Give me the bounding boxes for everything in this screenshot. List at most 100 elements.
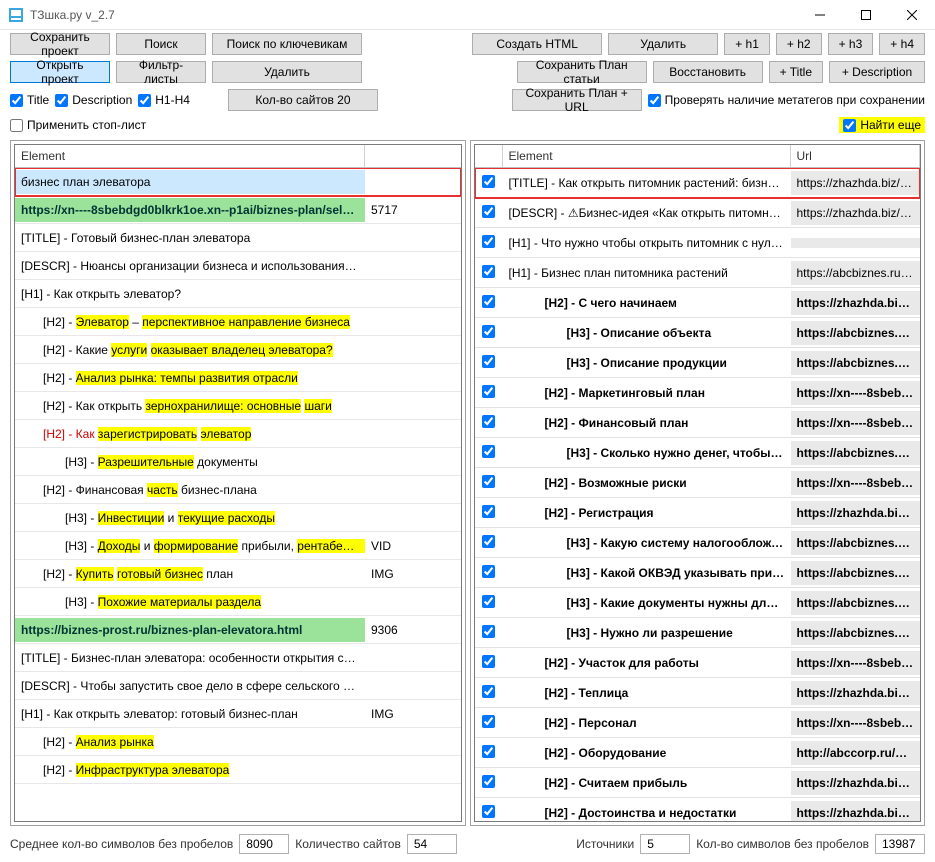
left-row[interactable]: https://xn----8sbebdgd0blkrk1oe.xn--p1ai… (15, 196, 461, 224)
right-cell-check[interactable] (475, 740, 503, 766)
delete-right-button[interactable]: Удалить (608, 33, 718, 55)
right-cell-check[interactable] (475, 200, 503, 226)
right-row[interactable]: [H2] - С чего начинаемhttps://zhazhda.bi… (475, 288, 921, 318)
right-cell-check[interactable] (475, 500, 503, 526)
sites-count-button[interactable]: Кол-во сайтов 20 (228, 89, 378, 111)
right-cell-check[interactable] (475, 530, 503, 556)
left-row[interactable]: [H2] - Элеватор – перспективное направле… (15, 308, 461, 336)
right-row[interactable]: [H2] - Возможные рискиhttps://xn----8sbe… (475, 468, 921, 498)
right-row[interactable]: [H3] - Описание объектаhttps://abcbiznes… (475, 318, 921, 348)
check-meta-checkbox[interactable]: Проверять наличие метатегов при сохранен… (648, 93, 925, 107)
description-checkbox[interactable]: Description (55, 93, 132, 107)
search-keywords-button[interactable]: Поиск по ключевикам (212, 33, 362, 55)
left-row[interactable]: [H3] - Доходы и формирование прибыли, ре… (15, 532, 461, 560)
right-row[interactable]: [H2] - Считаем прибыльhttps://zhazhda.bi… (475, 768, 921, 798)
right-row[interactable]: [H2] - Участок для работыhttps://xn----8… (475, 648, 921, 678)
right-row[interactable]: [H2] - Регистрацияhttps://zhazhda.biz/id… (475, 498, 921, 528)
left-row[interactable]: https://biznes-prost.ru/biznes-plan-elev… (15, 616, 461, 644)
left-row[interactable]: [H2] - Как зарегистрировать элеватор (15, 420, 461, 448)
right-cell-check[interactable] (475, 560, 503, 586)
left-row[interactable]: [H2] - Какие услуги оказывает владелец э… (15, 336, 461, 364)
right-cell-check[interactable] (475, 620, 503, 646)
right-cell-check[interactable] (475, 710, 503, 736)
left-row[interactable]: [DESCR] - Нюансы организации бизнеса и и… (15, 252, 461, 280)
right-cell-check[interactable] (475, 440, 503, 466)
right-row[interactable]: [H2] - Персоналhttps://xn----8sbebdgd0bl… (475, 708, 921, 738)
add-title-button[interactable]: + Title (769, 61, 823, 83)
left-row[interactable]: [H1] - Как открыть элеватор? (15, 280, 461, 308)
left-row[interactable]: [H3] - Разрешительные документы (15, 448, 461, 476)
left-row[interactable]: [H3] - Похожие материалы раздела (15, 588, 461, 616)
add-h1-button[interactable]: + h1 (724, 33, 770, 55)
add-description-button[interactable]: + Description (829, 61, 925, 83)
right-row[interactable]: [H2] - Оборудованиеhttp://abccorp.ru/pit… (475, 738, 921, 768)
add-h4-button[interactable]: + h4 (879, 33, 925, 55)
right-cell-check[interactable] (475, 410, 503, 436)
right-row[interactable]: [H3] - Какую систему налогообложения в..… (475, 528, 921, 558)
right-row[interactable]: [H3] - Нужно ли разрешениеhttps://abcbiz… (475, 618, 921, 648)
left-row[interactable]: [H2] - Инфраструктура элеватора (15, 756, 461, 784)
right-cell-check[interactable] (475, 230, 503, 256)
search-button[interactable]: Поиск (116, 33, 206, 55)
right-row[interactable]: [H3] - Какой ОКВЭД указывать при регис..… (475, 558, 921, 588)
right-row[interactable]: [H3] - Сколько нужно денег, чтобы откры.… (475, 438, 921, 468)
left-row[interactable]: [TITLE] - Готовый бизнес-план элеватора (15, 224, 461, 252)
close-button[interactable] (889, 0, 935, 30)
right-cell-check[interactable] (475, 680, 503, 706)
right-cell-check[interactable] (475, 380, 503, 406)
h1h4-checkbox[interactable]: H1-H4 (138, 93, 190, 107)
save-plan-url-button[interactable]: Сохранить План + URL (512, 89, 642, 111)
maximize-button[interactable] (843, 0, 889, 30)
left-header-element[interactable]: Element (15, 145, 365, 167)
find-more-checkbox[interactable]: Найти еще (839, 117, 925, 133)
right-cell-check[interactable] (475, 170, 503, 196)
delete-left-button[interactable]: Удалить (212, 61, 362, 83)
right-cell-check[interactable] (475, 770, 503, 796)
left-row[interactable]: [H2] - Купить готовый бизнес планIMG (15, 560, 461, 588)
right-grid-body[interactable]: [TITLE] - Как открыть питомник растений:… (475, 168, 921, 821)
right-row[interactable]: [H2] - Финансовый планhttps://xn----8sbe… (475, 408, 921, 438)
open-project-button[interactable]: Открыть проект (10, 61, 110, 83)
right-row[interactable]: [H2] - Маркетинговый планhttps://xn----8… (475, 378, 921, 408)
right-row[interactable]: [TITLE] - Как открыть питомник растений:… (475, 168, 921, 198)
right-header-url[interactable]: Url (791, 145, 921, 167)
right-header-check[interactable] (475, 145, 503, 167)
right-row[interactable]: [H1] - Бизнес план питомника растенийhtt… (475, 258, 921, 288)
left-row[interactable]: [H3] - Инвестиции и текущие расходы (15, 504, 461, 532)
left-header-value[interactable] (365, 145, 425, 167)
right-row[interactable]: [H3] - Описание продукцииhttps://abcbizn… (475, 348, 921, 378)
right-row[interactable]: [DESCR] - ⚠Бизнес-идея «Как открыть пито… (475, 198, 921, 228)
right-cell-check[interactable] (475, 590, 503, 616)
right-cell-check[interactable] (475, 650, 503, 676)
right-cell-check[interactable] (475, 260, 503, 286)
left-row[interactable]: [H2] - Финансовая часть бизнес-плана (15, 476, 461, 504)
right-row[interactable]: [H1] - Что нужно чтобы открыть питомник … (475, 228, 921, 258)
add-h2-button[interactable]: + h2 (776, 33, 822, 55)
save-project-button[interactable]: Сохранить проект (10, 33, 110, 55)
filter-lists-button[interactable]: Фильтр-листы (116, 61, 206, 83)
right-row[interactable]: [H2] - Достоинства и недостаткиhttps://z… (475, 798, 921, 821)
left-row[interactable]: [H2] - Анализ рынка (15, 728, 461, 756)
left-row[interactable]: [DESCR] - Чтобы запустить свое дело в сф… (15, 672, 461, 700)
create-html-button[interactable]: Создать HTML (472, 33, 602, 55)
left-row[interactable]: [H1] - Как открыть элеватор: готовый биз… (15, 700, 461, 728)
save-article-plan-button[interactable]: Сохранить План статьи (517, 61, 647, 83)
right-header-element[interactable]: Element (503, 145, 791, 167)
left-grid-body[interactable]: бизнес план элеватораhttps://xn----8sbeb… (15, 168, 461, 821)
minimize-button[interactable] (797, 0, 843, 30)
right-row[interactable]: [H3] - Какие документы нужны для откры..… (475, 588, 921, 618)
right-cell-check[interactable] (475, 800, 503, 822)
stoplist-checkbox[interactable]: Применить стоп-лист (10, 118, 146, 132)
left-row[interactable]: [H2] - Анализ рынка: темпы развития отра… (15, 364, 461, 392)
title-checkbox[interactable]: Title (10, 93, 49, 107)
right-row[interactable]: [H2] - Теплицаhttps://zhazhda.biz/idea..… (475, 678, 921, 708)
left-row[interactable]: [H2] - Как открыть зернохранилище: основ… (15, 392, 461, 420)
right-cell-check[interactable] (475, 320, 503, 346)
left-row[interactable]: [TITLE] - Бизнес-план элеватора: особенн… (15, 644, 461, 672)
right-cell-check[interactable] (475, 350, 503, 376)
restore-button[interactable]: Восстановить (653, 61, 763, 83)
add-h3-button[interactable]: + h3 (828, 33, 874, 55)
left-row[interactable]: бизнес план элеватора (15, 168, 461, 196)
right-cell-check[interactable] (475, 470, 503, 496)
right-cell-check[interactable] (475, 290, 503, 316)
